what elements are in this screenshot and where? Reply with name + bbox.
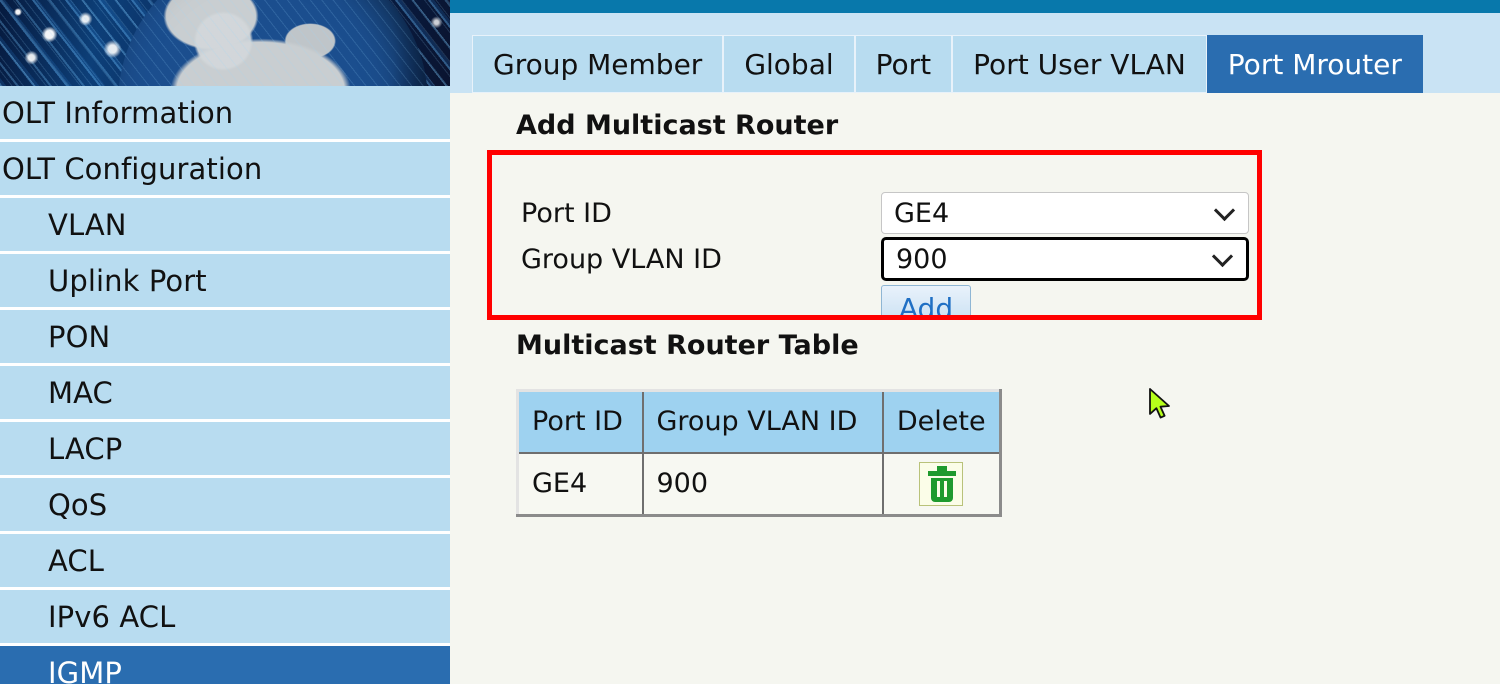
table-row: GE4 900 (516, 451, 1002, 516)
sidebar-item-qos[interactable]: QoS (0, 478, 450, 531)
trash-lid (928, 470, 957, 476)
tab-strip: Group Member Global Port Port User VLAN Port… (450, 13, 1500, 93)
multicast-router-table: Port ID Group VLAN ID Delete GE4 900 (516, 389, 1002, 517)
sidebar-item-label: OLT Information (2, 95, 234, 130)
multicast-router-table-title: Multicast Router Table (516, 330, 859, 361)
top-accent-bar (450, 0, 1500, 13)
sidebar-item-igmp[interactable]: IGMP (0, 646, 450, 684)
sidebar-item-label: PON (48, 319, 111, 354)
sidebar-item-label: VLAN (48, 207, 127, 242)
banner-overlay (0, 0, 450, 86)
tab-list: Group Member Global Port Port User VLAN Port… (472, 35, 1423, 93)
tab-port[interactable]: Port (854, 35, 953, 93)
add-multicast-router-highlight-box: Port ID GE4 Group VLAN ID 900 Add (487, 150, 1262, 320)
sidebar-item-label: QoS (48, 487, 108, 522)
panel: Add Multicast Router Port ID GE4 Group V… (450, 93, 1500, 684)
sidebar-item-olt-information[interactable]: OLT Information (0, 86, 450, 139)
sidebar-item-label: ACL (48, 543, 105, 578)
sidebar-item-label: Uplink Port (48, 263, 207, 298)
content-area: Group Member Global Port Port User VLAN Port… (450, 0, 1500, 684)
sidebar-item-pon[interactable]: PON (0, 310, 450, 363)
tab-label: Group Member (493, 47, 703, 81)
add-button[interactable]: Add (881, 285, 971, 315)
sidebar-item-label: IGMP (48, 655, 122, 684)
sidebar-item-label: IPv6 ACL (48, 599, 176, 634)
sidebar-item-acl[interactable]: ACL (0, 534, 450, 587)
sidebar-item-label: LACP (48, 431, 123, 466)
sidebar-item-uplink-port[interactable]: Uplink Port (0, 254, 450, 307)
column-header-port-id: Port ID (516, 389, 644, 454)
table-head: Port ID Group VLAN ID Delete (516, 389, 1002, 454)
port-id-label: Port ID (521, 197, 612, 229)
globe-network-banner-image (0, 0, 450, 86)
tab-port-user-vlan[interactable]: Port User VLAN (952, 35, 1207, 93)
group-vlan-id-row: Group VLAN ID 900 (521, 237, 1249, 281)
tab-label: Port Mrouter (1227, 47, 1402, 81)
port-id-row: Port ID GE4 (521, 192, 1249, 234)
port-id-select[interactable]: GE4 (881, 192, 1249, 234)
group-vlan-id-label: Group VLAN ID (521, 243, 722, 275)
sidebar-nav: OLT Information OLT Configuration VLAN Upli… (0, 86, 450, 684)
chevron-down-icon (1213, 199, 1236, 222)
cell-group-vlan-id: 900 (641, 451, 884, 516)
group-vlan-id-select[interactable]: 900 (881, 237, 1249, 281)
sidebar-item-label: OLT Configuration (2, 151, 263, 186)
sidebar-item-label: MAC (48, 375, 113, 410)
group-vlan-id-selected-value: 900 (896, 243, 948, 275)
trash-body (931, 477, 954, 502)
tab-label: Port User VLAN (973, 47, 1186, 81)
sidebar-item-lacp[interactable]: LACP (0, 422, 450, 475)
tab-label: Global (744, 47, 834, 81)
tab-label: Port (875, 47, 932, 81)
cell-port-id: GE4 (516, 451, 644, 516)
sidebar-item-mac[interactable]: MAC (0, 366, 450, 419)
cell-delete (881, 451, 1002, 516)
sidebar-item-olt-configuration[interactable]: OLT Configuration (0, 142, 450, 195)
column-header-delete: Delete (881, 389, 1002, 454)
trash-icon[interactable] (919, 461, 964, 506)
sidebar: OLT Information OLT Configuration VLAN Upli… (0, 0, 450, 684)
tab-global[interactable]: Global (723, 35, 855, 93)
tab-port-mrouter[interactable]: Port Mrouter (1206, 35, 1423, 93)
table-body: GE4 900 (516, 451, 1002, 516)
sidebar-item-ipv6-acl[interactable]: IPv6 ACL (0, 590, 450, 643)
sidebar-item-vlan[interactable]: VLAN (0, 198, 450, 251)
add-multicast-router-title: Add Multicast Router (516, 110, 839, 141)
app-root: OLT Information OLT Configuration VLAN Upli… (0, 0, 1500, 684)
tab-group-member[interactable]: Group Member (472, 35, 724, 93)
port-id-selected-value: GE4 (894, 197, 950, 229)
table-header-row: Port ID Group VLAN ID Delete (516, 389, 1002, 454)
column-header-group-vlan-id: Group VLAN ID (641, 389, 884, 454)
chevron-down-icon (1211, 245, 1234, 268)
